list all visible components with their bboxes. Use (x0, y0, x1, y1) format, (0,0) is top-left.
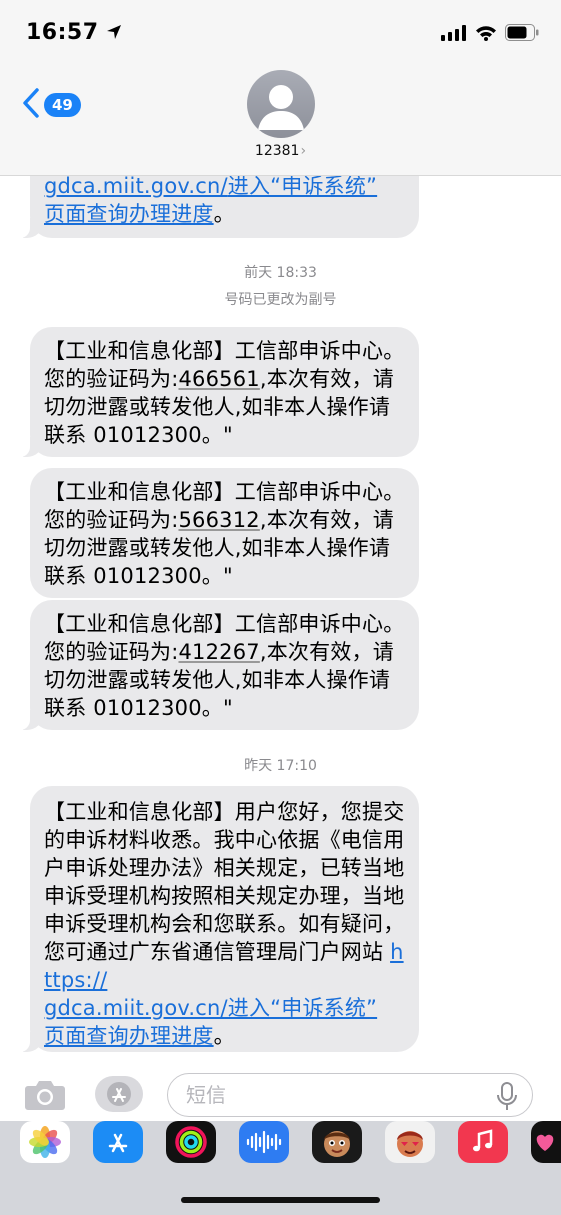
status-indicators (441, 24, 539, 45)
message-link[interactable]: gdca.miit.gov.cn/ (44, 174, 228, 198)
chevron-right-icon: › (300, 143, 307, 159)
camera-button[interactable] (24, 1079, 66, 1115)
home-indicator[interactable] (181, 1197, 380, 1203)
audio-waveform-icon (246, 1130, 282, 1154)
message-link[interactable]: 页面查询办理进度 (44, 202, 214, 226)
message-link[interactable]: 页面查询办理进度 (44, 1024, 214, 1048)
memoji-icon (324, 1131, 350, 1157)
person-icon (258, 85, 304, 130)
activity-rings-icon (175, 1126, 207, 1158)
music-app-button[interactable] (458, 1121, 508, 1163)
voice-memo-app-button[interactable] (239, 1121, 289, 1163)
message-bubble[interactable]: 【工业和信息化部】工信部申诉中心。您的验证码为:466561,本次有效，请切勿泄… (20, 327, 419, 457)
app-store-icon (107, 1082, 131, 1106)
more-apps-button[interactable] (531, 1121, 561, 1163)
contact-avatar[interactable] (247, 70, 315, 138)
verification-code[interactable]: 412267 (178, 640, 259, 664)
verification-code[interactable]: 466561 (178, 367, 259, 391)
status-time-text: 16:57 (26, 20, 99, 45)
timestamp: 昨天 17:10 (244, 758, 317, 774)
status-time: 16:57 (26, 20, 123, 47)
number-change-notice: 号码已更改为副号 (224, 292, 337, 308)
timestamp: 前天 18:33 (244, 265, 317, 281)
animoji-icon (397, 1131, 423, 1157)
heart-icon (536, 1134, 554, 1151)
app-store-app-button[interactable] (93, 1121, 143, 1163)
message-input-placeholder: 短信 (186, 1083, 226, 1107)
unread-count-badge: 49 (44, 93, 81, 117)
message-bubble[interactable]: 【工业和信息化部】工信部申诉中心。您的验证码为:566312,本次有效，请切勿泄… (30, 468, 419, 598)
message-link[interactable]: gdca.miit.gov.cn/进入“申诉系统” (44, 996, 377, 1020)
message-text: 【工业和信息化部】用户您好，您提交的申诉材料收悉。我中心依据《电信用户申诉处理办… (44, 800, 405, 964)
music-note-icon (473, 1129, 493, 1152)
cellular-signal-icon (441, 24, 467, 45)
message-input[interactable]: 短信 (167, 1073, 533, 1117)
animoji-app-button[interactable] (385, 1121, 435, 1163)
verification-code[interactable]: 566312 (178, 508, 259, 532)
message-text: 。 (213, 202, 235, 226)
chevron-left-icon (22, 88, 40, 122)
back-button[interactable]: 49 (22, 88, 81, 122)
microphone-icon (497, 1082, 517, 1110)
camera-icon (25, 1081, 65, 1110)
compose-bar: 短信 (0, 1066, 561, 1121)
battery-icon (505, 24, 539, 45)
message-bubble[interactable]: 【工业和信息化部】用户您好，您提交的申诉材料收悉。我中心依据《电信用户申诉处理办… (20, 786, 419, 1052)
dictation-button[interactable] (495, 1082, 547, 1116)
fitness-app-button[interactable] (166, 1121, 216, 1163)
message-bubble[interactable]: 【工业和信息化部】工信部申诉中心。您的验证码为:412267,本次有效，请切勿泄… (20, 600, 419, 730)
contact-name-row[interactable]: 12381› (0, 143, 561, 159)
memoji-app-button[interactable] (312, 1121, 362, 1163)
message-link[interactable]: 进入“申诉系统” (228, 174, 377, 198)
contact-name: 12381 (254, 143, 300, 159)
app-store-button[interactable] (95, 1076, 143, 1112)
app-store-icon (108, 1133, 128, 1153)
wifi-icon (475, 25, 497, 45)
location-arrow-icon (105, 22, 123, 47)
photos-icon (29, 1126, 61, 1158)
message-text: 。 (213, 1024, 235, 1048)
photos-app-button[interactable] (20, 1121, 70, 1163)
conversation-header: 16:57 49 12381› (0, 0, 561, 176)
